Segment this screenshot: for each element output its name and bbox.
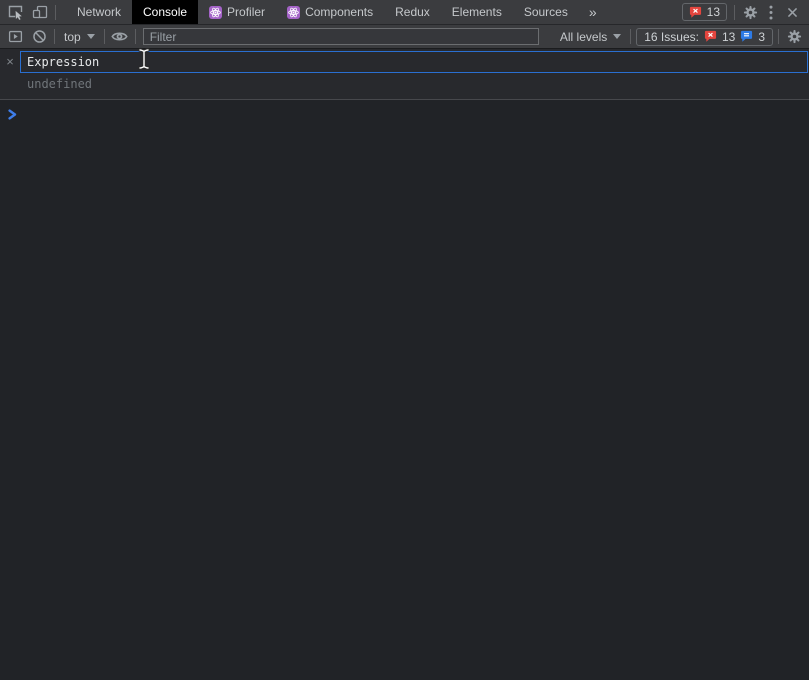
toolbar-separator	[630, 29, 631, 44]
tab-label: Elements	[452, 5, 502, 19]
main-toolbar-right: 13	[682, 1, 809, 23]
react-icon	[209, 6, 222, 19]
inspect-icon	[8, 4, 24, 20]
device-toolbar-button[interactable]	[28, 1, 52, 23]
tab-label: Redux	[395, 5, 430, 19]
console-messages-area: × Expression undefined	[0, 49, 809, 680]
tab-profiler[interactable]: Profiler	[198, 0, 276, 24]
tab-label: Console	[143, 5, 187, 19]
tab-label: Network	[77, 5, 121, 19]
tab-redux[interactable]: Redux	[384, 0, 441, 24]
close-devtools-button[interactable]	[780, 1, 804, 23]
clear-console-icon	[32, 29, 47, 44]
context-selector[interactable]: top	[58, 30, 101, 44]
tab-components[interactable]: Components	[276, 0, 384, 24]
react-icon	[287, 6, 300, 19]
error-badge-count: 13	[707, 5, 720, 19]
console-settings-button[interactable]	[782, 26, 806, 48]
kebab-menu-icon	[769, 5, 773, 20]
console-error-badge[interactable]: 13	[682, 3, 727, 21]
devtools-settings-button[interactable]	[738, 1, 762, 23]
issues-error-count: 13	[722, 30, 735, 44]
log-levels-value: All levels	[560, 30, 607, 44]
chevron-down-icon	[87, 34, 95, 39]
toolbar-separator	[734, 5, 735, 20]
tab-network[interactable]: Network	[66, 0, 132, 24]
prompt-chevron-icon	[8, 109, 17, 120]
eye-icon	[111, 28, 128, 45]
issues-warning-count: 3	[758, 30, 765, 44]
tab-sources[interactable]: Sources	[513, 0, 579, 24]
console-toolbar: top All levels 16 Issues: 13	[0, 25, 809, 49]
close-icon	[786, 6, 799, 19]
live-expression-editor-row: × Expression	[0, 51, 808, 73]
tab-console[interactable]: Console	[132, 0, 198, 24]
console-empty-area[interactable]	[0, 127, 809, 680]
clear-console-button[interactable]	[27, 26, 51, 48]
error-flag-icon	[689, 6, 702, 19]
tab-label: Sources	[524, 5, 568, 19]
inspect-element-button[interactable]	[4, 1, 28, 23]
live-expression-row: × Expression undefined	[0, 49, 809, 100]
toolbar-separator	[104, 29, 105, 44]
warning-flag-icon	[740, 30, 753, 43]
toolbar-separator	[54, 29, 55, 44]
sidebar-toggle-icon	[8, 29, 23, 44]
live-expression-text: Expression	[27, 55, 99, 69]
tab-label: Components	[305, 5, 373, 19]
settings-gear-icon	[787, 29, 802, 44]
console-sidebar-toggle-button[interactable]	[3, 26, 27, 48]
context-selector-value: top	[64, 30, 81, 44]
tab-label: Profiler	[227, 5, 265, 19]
device-toolbar-icon	[32, 4, 48, 20]
devtools-menu-button[interactable]	[762, 1, 780, 23]
filter-input[interactable]	[143, 28, 539, 45]
log-levels-selector[interactable]: All levels	[554, 30, 627, 44]
chevron-double-right-icon: »	[589, 4, 597, 20]
error-flag-icon	[704, 30, 717, 43]
toolbar-separator	[135, 29, 136, 44]
devtools-window: Network Console Profiler	[0, 0, 809, 680]
toolbar-separator	[778, 29, 779, 44]
tab-elements[interactable]: Elements	[441, 0, 513, 24]
create-live-expression-button[interactable]	[108, 26, 132, 48]
issues-label: 16 Issues:	[644, 30, 699, 44]
live-expression-input[interactable]: Expression	[20, 51, 808, 73]
more-tabs-button[interactable]: »	[579, 0, 607, 24]
panel-tabs: Network Console Profiler	[66, 0, 607, 24]
toolbar-separator	[55, 5, 56, 20]
issues-button[interactable]: 16 Issues: 13 3	[636, 28, 773, 46]
settings-gear-icon	[743, 5, 758, 20]
live-expression-close-button[interactable]: ×	[0, 52, 20, 72]
chevron-down-icon	[613, 34, 621, 39]
close-x-icon: ×	[6, 54, 14, 69]
console-prompt[interactable]	[0, 100, 809, 127]
main-toolbar: Network Console Profiler	[0, 0, 809, 25]
live-expression-result: undefined	[27, 73, 808, 99]
